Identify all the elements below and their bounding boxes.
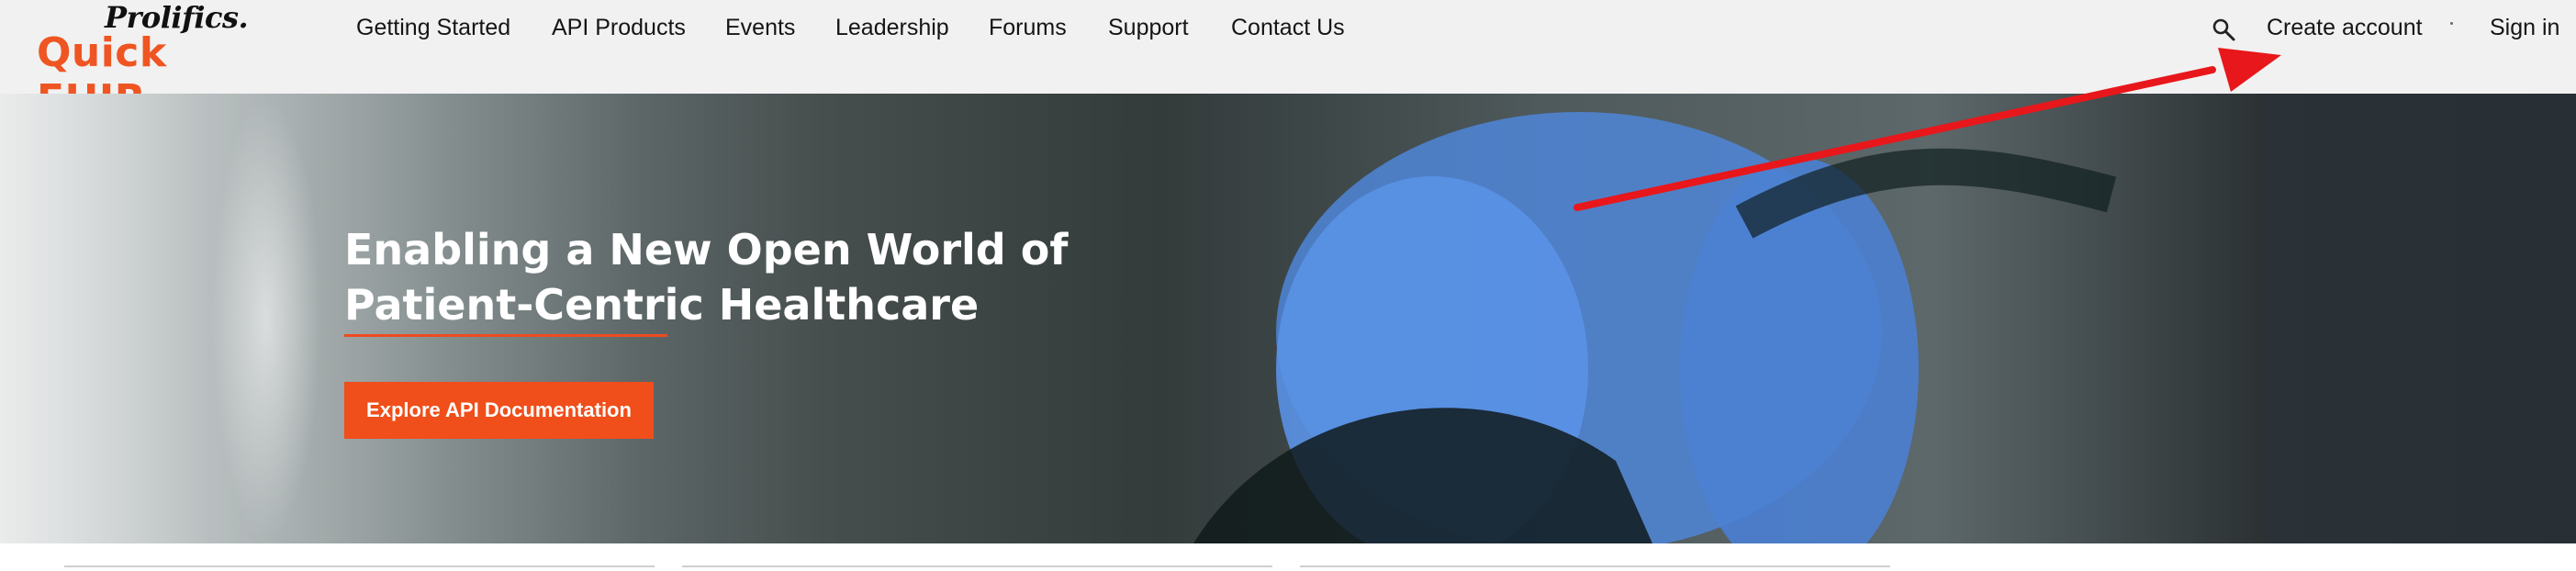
headline-underline [344, 334, 667, 337]
hero-banner: Enabling a New Open World of Patient-Cen… [0, 94, 2576, 543]
explore-api-documentation-button[interactable]: Explore API Documentation [344, 382, 654, 439]
separator-dot [2450, 22, 2453, 25]
hero-headline-line2: Healthcare [703, 280, 980, 330]
nav-leadership[interactable]: Leadership [835, 15, 949, 41]
nav-getting-started[interactable]: Getting Started [356, 15, 510, 41]
nav-forums[interactable]: Forums [989, 15, 1067, 41]
nav-api-products[interactable]: API Products [552, 15, 686, 41]
nav-events[interactable]: Events [725, 15, 795, 41]
search-icon[interactable] [2211, 17, 2236, 42]
hero-headline-highlight: Patient-Centric [344, 280, 704, 330]
hero-headline-line1: Enabling a New Open World of [344, 225, 1069, 274]
content-card-3 [1300, 565, 1890, 571]
create-account-link[interactable]: Create account [2267, 15, 2423, 41]
nav-support[interactable]: Support [1108, 15, 1189, 41]
nav-contact-us[interactable]: Contact Us [1231, 15, 1345, 41]
sign-in-link[interactable]: Sign in [2490, 15, 2559, 41]
site-logo[interactable]: Prolifics. Quick FHIR [37, 0, 257, 123]
content-card-2 [682, 565, 1272, 571]
hero-headline: Enabling a New Open World of Patient-Cen… [344, 222, 1097, 332]
content-card-1 [64, 565, 655, 571]
top-navigation-bar: Prolifics. Quick FHIR Getting Started AP… [0, 0, 2576, 123]
